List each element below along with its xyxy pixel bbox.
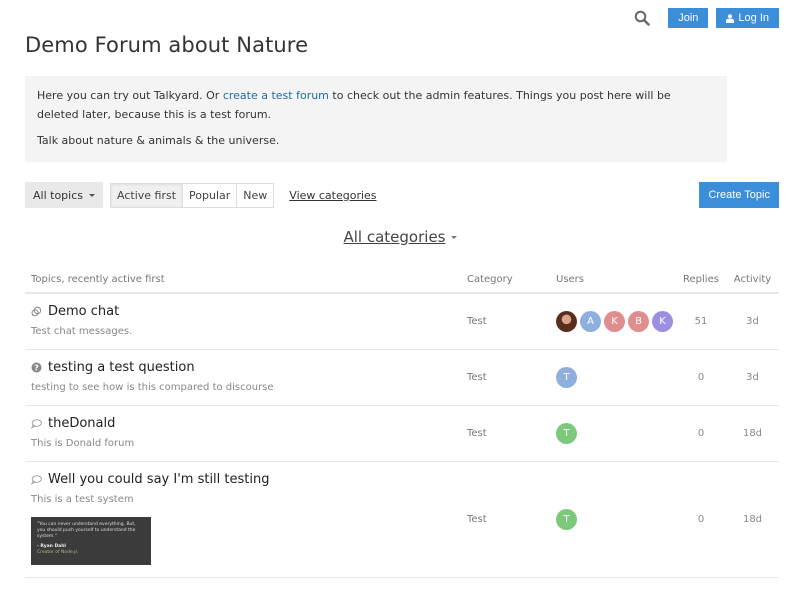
user-avatar[interactable]: T (556, 367, 577, 388)
topic-activity[interactable]: 3d (726, 293, 779, 350)
search-button[interactable] (630, 8, 654, 28)
topic-cell: ? testing a test question testing to see… (25, 349, 467, 406)
user-avatar[interactable]: A (580, 311, 601, 332)
topic-activity[interactable]: 18d (726, 461, 779, 578)
topic-title-link[interactable]: ? testing a test question (31, 360, 467, 375)
topic-filter-dropdown[interactable]: All topics (25, 182, 103, 208)
sort-new-button[interactable]: New (236, 183, 274, 207)
topic-title: theDonald (48, 416, 116, 431)
topic-excerpt: This is Donald forum (31, 438, 135, 449)
header-users: Users (556, 266, 676, 294)
top-bar: Join Log In (630, 8, 779, 28)
comment-icon (31, 418, 42, 429)
topic-title-link[interactable]: Well you could say I'm still testing (31, 472, 467, 487)
topic-list: Topics, recently active first Category U… (25, 266, 779, 578)
topic-cell: Well you could say I'm still testing Thi… (25, 461, 467, 578)
avatar-letter: K (611, 316, 618, 327)
topic-category[interactable]: Test (467, 293, 556, 350)
sort-active-first-button[interactable]: Active first (111, 183, 183, 207)
topic-title-link[interactable]: Demo chat (31, 304, 467, 319)
topic-row[interactable]: Demo chat Test chat messages. Test AKBK … (25, 293, 779, 350)
topic-title: Demo chat (48, 304, 120, 319)
topic-category[interactable]: Test (467, 405, 556, 462)
caret-down-icon (450, 236, 457, 239)
join-button[interactable]: Join (668, 8, 709, 28)
topic-excerpt: Test chat messages. (31, 326, 133, 337)
topic-row[interactable]: theDonald This is Donald forum Test T 0 … (25, 405, 779, 462)
topic-activity[interactable]: 3d (726, 349, 779, 406)
intro-description: Talk about nature & animals & the univer… (37, 134, 280, 147)
topic-replies: 0 (676, 405, 726, 462)
login-button[interactable]: Log In (716, 8, 779, 28)
intro-text: Here you can try out Talkyard. Or create… (37, 87, 715, 124)
sort-order-group: Active first Popular New (110, 182, 275, 208)
category-selector[interactable]: All categories (0, 228, 800, 246)
avatar-letter: B (635, 316, 642, 327)
category-label: Test (467, 372, 487, 383)
topic-replies: 51 (676, 293, 726, 350)
create-topic-button[interactable]: Create Topic (699, 182, 779, 208)
topic-list-header: Topics, recently active first Category U… (25, 266, 779, 294)
topic-replies: 0 (676, 461, 726, 578)
category-label: Test (467, 514, 487, 525)
topic-title: testing a test question (48, 360, 195, 375)
topic-users: AKBK (556, 293, 676, 350)
svg-text:?: ? (34, 363, 39, 372)
avatar-letter: T (563, 372, 570, 383)
user-avatar[interactable]: T (556, 509, 577, 530)
view-categories-link[interactable]: View categories (289, 189, 376, 202)
sort-popular-button[interactable]: Popular (182, 183, 237, 207)
category-label: Test (467, 428, 487, 439)
topic-cell: Demo chat Test chat messages. (25, 293, 467, 350)
topic-cell: theDonald This is Donald forum (25, 405, 467, 462)
avatar-letter: T (563, 514, 570, 525)
forum-intro: Here you can try out Talkyard. Or create… (25, 76, 727, 162)
topic-title-link[interactable]: theDonald (31, 416, 467, 431)
create-test-forum-link[interactable]: create a test forum (223, 89, 329, 102)
user-avatar[interactable]: K (604, 311, 625, 332)
intro-text-part: Here you can try out Talkyard. Or (37, 89, 223, 102)
topic-users: T (556, 405, 676, 462)
category-selector-label[interactable]: All categories (344, 228, 446, 246)
header-replies: Replies (676, 266, 726, 294)
chat-icon (31, 306, 42, 317)
user-avatar[interactable]: K (652, 311, 673, 332)
user-avatar[interactable]: T (556, 423, 577, 444)
comment-icon (31, 474, 42, 485)
topic-excerpt: This is a test system (31, 494, 134, 505)
topic-replies: 0 (676, 349, 726, 406)
question-icon: ? (31, 362, 42, 373)
topic-activity[interactable]: 18d (726, 405, 779, 462)
topic-filter-label: All topics (33, 188, 83, 202)
topic-category[interactable]: Test (467, 461, 556, 578)
avatar-letter: K (659, 316, 666, 327)
topic-category[interactable]: Test (467, 349, 556, 406)
avatar-letter: T (563, 428, 570, 439)
header-category: Category (467, 266, 556, 294)
topic-users: T (556, 349, 676, 406)
filter-bar: All topics Active first Popular New View… (25, 182, 779, 208)
join-label: Join (678, 12, 699, 24)
thumbnail-role: Creator of Node.js (37, 550, 78, 555)
caret-down-icon (89, 193, 95, 197)
category-label: Test (467, 316, 487, 327)
topic-row[interactable]: Well you could say I'm still testing Thi… (25, 461, 779, 578)
user-avatar[interactable] (556, 311, 577, 332)
search-icon (634, 10, 650, 26)
login-label: Log In (738, 12, 769, 24)
user-icon (726, 13, 735, 23)
header-activity: Activity (726, 266, 779, 294)
topic-title: Well you could say I'm still testing (48, 472, 270, 487)
avatar-letter: A (587, 316, 594, 327)
topic-thumbnail[interactable]: "You can never understand everything. Bu… (31, 517, 151, 565)
topic-excerpt: testing to see how is this compared to d… (31, 382, 274, 393)
topic-row[interactable]: ? testing a test question testing to see… (25, 349, 779, 406)
topic-users: T (556, 461, 676, 578)
thumbnail-quote: "You can never understand everything. Bu… (37, 522, 136, 539)
header-topics: Topics, recently active first (25, 266, 467, 294)
page-title: Demo Forum about Nature (25, 33, 309, 57)
user-avatar[interactable]: B (628, 311, 649, 332)
